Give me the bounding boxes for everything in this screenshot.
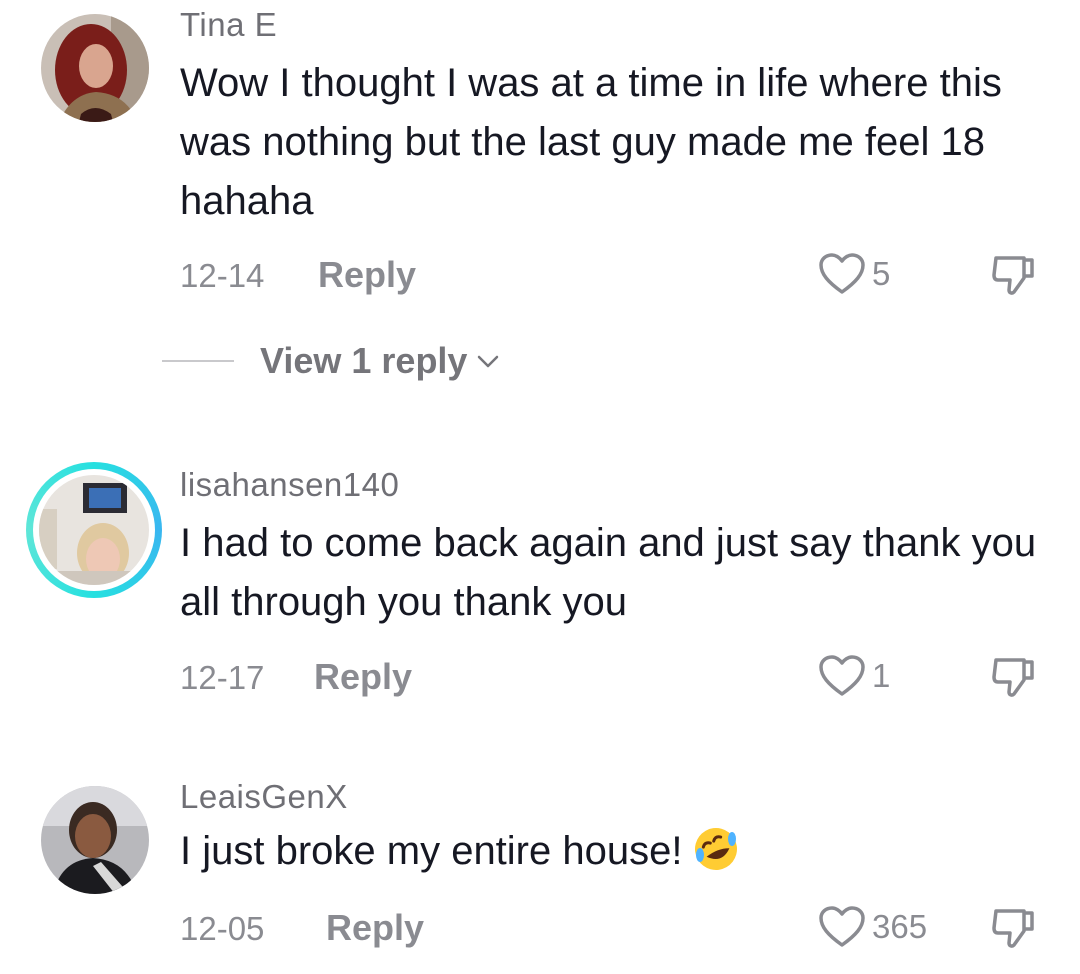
comment-text-content: I just broke my entire house! (180, 829, 683, 873)
comment-date: 12-05 (180, 910, 265, 947)
view-replies-label: View 1 reply (260, 340, 468, 381)
reply-button[interactable]: Reply (314, 656, 412, 698)
comment-text: I just broke my entire house! (180, 822, 1040, 881)
comment-text: Wow I thought I was at a time in life wh… (180, 61, 1002, 223)
woman-blonde-avatar-icon (39, 475, 149, 585)
dislike-button[interactable] (990, 654, 1038, 707)
avatar[interactable] (39, 475, 149, 585)
comment-item: lisahansen140 I had to come back again a… (0, 420, 1080, 750)
woman-car-selfie-avatar-icon (41, 786, 149, 894)
heart-icon (819, 655, 865, 696)
comment-username[interactable]: LeaisGenX (180, 778, 348, 816)
reply-button[interactable]: Reply (318, 254, 416, 296)
like-count: 365 (872, 908, 928, 945)
like-button[interactable]: 1 (818, 654, 890, 698)
like-count: 5 (872, 255, 891, 292)
comment-username[interactable]: Tina E (180, 6, 277, 44)
avatar[interactable] (41, 786, 149, 894)
dislike-button[interactable] (990, 905, 1038, 958)
comment-date: 12-17 (180, 659, 265, 696)
divider-line (162, 360, 234, 362)
like-count: 1 (872, 657, 891, 694)
comment-item: Tina E Wow I thought I was at a time in … (0, 0, 1080, 420)
like-button[interactable]: 365 (818, 905, 927, 949)
comment-date: 12-14 (180, 257, 265, 294)
comment-text: I had to come back again and just say th… (180, 521, 1037, 624)
like-button[interactable]: 5 (818, 252, 890, 296)
view-replies-button[interactable]: View 1 reply (162, 340, 501, 382)
dislike-button[interactable] (990, 252, 1038, 305)
comment-username[interactable]: lisahansen140 (180, 466, 399, 504)
thumbs-down-icon (992, 256, 1034, 295)
rolling-on-floor-laughing-emoji-icon (692, 825, 740, 873)
heart-icon (819, 253, 865, 294)
comment-item: LeaisGenX I just broke my entire house! … (0, 750, 1080, 974)
woman-red-hair-avatar-icon (41, 14, 149, 122)
thumbs-down-icon (992, 658, 1034, 697)
thumbs-down-icon (992, 909, 1034, 948)
chevron-down-icon (478, 355, 499, 368)
avatar[interactable] (41, 14, 149, 122)
reply-button[interactable]: Reply (326, 907, 424, 949)
heart-icon (819, 906, 865, 947)
